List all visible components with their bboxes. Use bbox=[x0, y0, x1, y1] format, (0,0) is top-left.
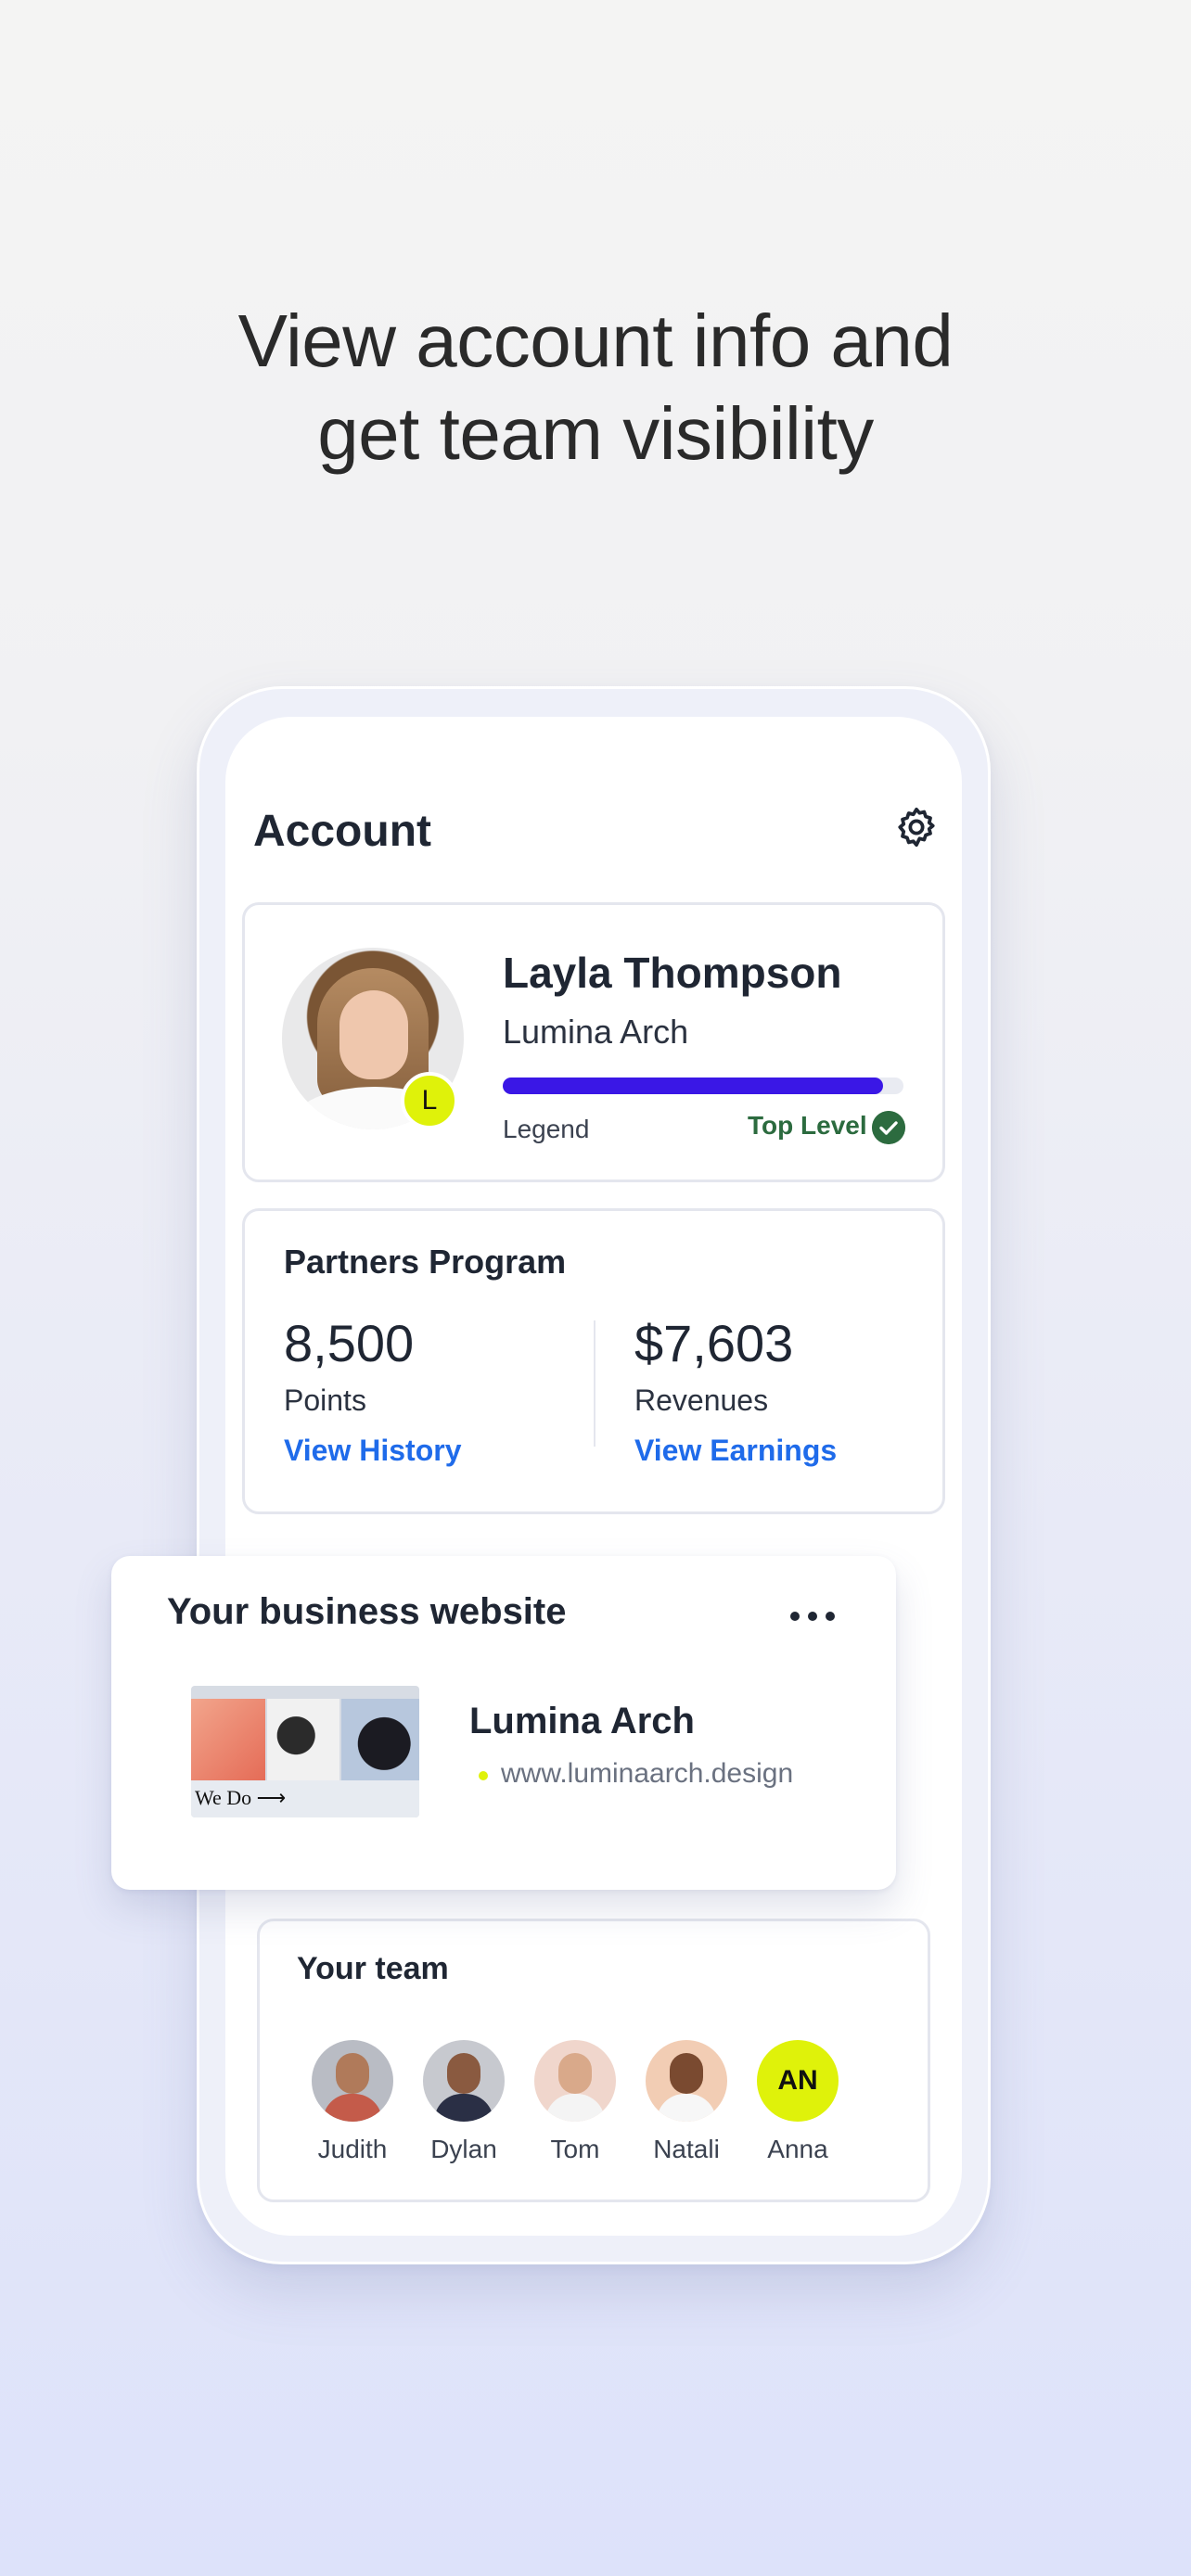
divider bbox=[594, 1320, 596, 1447]
level-progress-fill bbox=[503, 1078, 884, 1094]
gear-icon[interactable] bbox=[893, 804, 940, 850]
level-progress-bar bbox=[503, 1078, 903, 1094]
team-title: Your team bbox=[297, 1951, 449, 1986]
partners-title: Partners Program bbox=[284, 1243, 567, 1281]
revenue-label: Revenues bbox=[634, 1384, 769, 1417]
avatar bbox=[646, 2040, 727, 2122]
website-name: Lumina Arch bbox=[469, 1701, 695, 1741]
team-member-judith[interactable]: Judith bbox=[306, 2040, 399, 2164]
team-member-name: Tom bbox=[550, 2135, 600, 2163]
phone-frame: Account L Layla Thompson Lumina Arch Leg… bbox=[197, 686, 991, 2264]
team-card: Your team Judith Dylan Tom Natali AN Ann… bbox=[257, 1919, 930, 2202]
website-url[interactable]: www.luminaarch.design bbox=[501, 1758, 793, 1790]
team-member-name: Natali bbox=[653, 2135, 720, 2163]
partners-program-card: Partners Program 8,500 Points View Histo… bbox=[242, 1208, 945, 1514]
team-member-name: Dylan bbox=[430, 2135, 497, 2163]
team-member-natali[interactable]: Natali bbox=[640, 2040, 733, 2164]
team-member-anna[interactable]: AN Anna bbox=[751, 2040, 844, 2164]
initials-avatar: AN bbox=[757, 2040, 839, 2122]
points-value: 8,500 bbox=[284, 1314, 415, 1372]
headline: View account info and get team visibilit… bbox=[0, 295, 1191, 480]
status-dot bbox=[479, 1771, 488, 1780]
page-title: Account bbox=[253, 807, 431, 856]
team-member-name: Judith bbox=[317, 2135, 388, 2163]
team-member-dylan[interactable]: Dylan bbox=[417, 2040, 510, 2164]
profile-card[interactable]: L Layla Thompson Lumina Arch Legend Top … bbox=[242, 902, 945, 1182]
level-label: Legend bbox=[503, 1115, 590, 1143]
headline-line-2: get team visibility bbox=[317, 392, 874, 475]
top-level-label: Top Level bbox=[748, 1111, 867, 1140]
business-website-card[interactable]: Your business website We Do ⟶ Lumina Arc… bbox=[111, 1556, 896, 1890]
headline-line-1: View account info and bbox=[237, 300, 954, 382]
level-badge: L bbox=[401, 1072, 458, 1129]
view-history-link[interactable]: View History bbox=[284, 1434, 461, 1468]
team-member-name: Anna bbox=[767, 2135, 828, 2163]
avatar bbox=[423, 2040, 505, 2122]
view-earnings-link[interactable]: View Earnings bbox=[634, 1434, 837, 1468]
profile-name: Layla Thompson bbox=[503, 949, 842, 997]
profile-company: Lumina Arch bbox=[503, 1013, 689, 1051]
phone-screen: Account L Layla Thompson Lumina Arch Leg… bbox=[225, 717, 962, 2236]
website-thumbnail[interactable]: We Do ⟶ bbox=[191, 1686, 419, 1817]
points-label: Points bbox=[284, 1384, 366, 1417]
more-options-icon[interactable] bbox=[788, 1610, 837, 1623]
avatar bbox=[312, 2040, 393, 2122]
thumbnail-caption: We Do ⟶ bbox=[195, 1786, 287, 1809]
team-member-tom[interactable]: Tom bbox=[529, 2040, 621, 2164]
avatar bbox=[534, 2040, 616, 2122]
check-icon bbox=[872, 1111, 905, 1144]
revenue-value: $7,603 bbox=[634, 1314, 794, 1372]
business-website-title: Your business website bbox=[167, 1591, 567, 1632]
